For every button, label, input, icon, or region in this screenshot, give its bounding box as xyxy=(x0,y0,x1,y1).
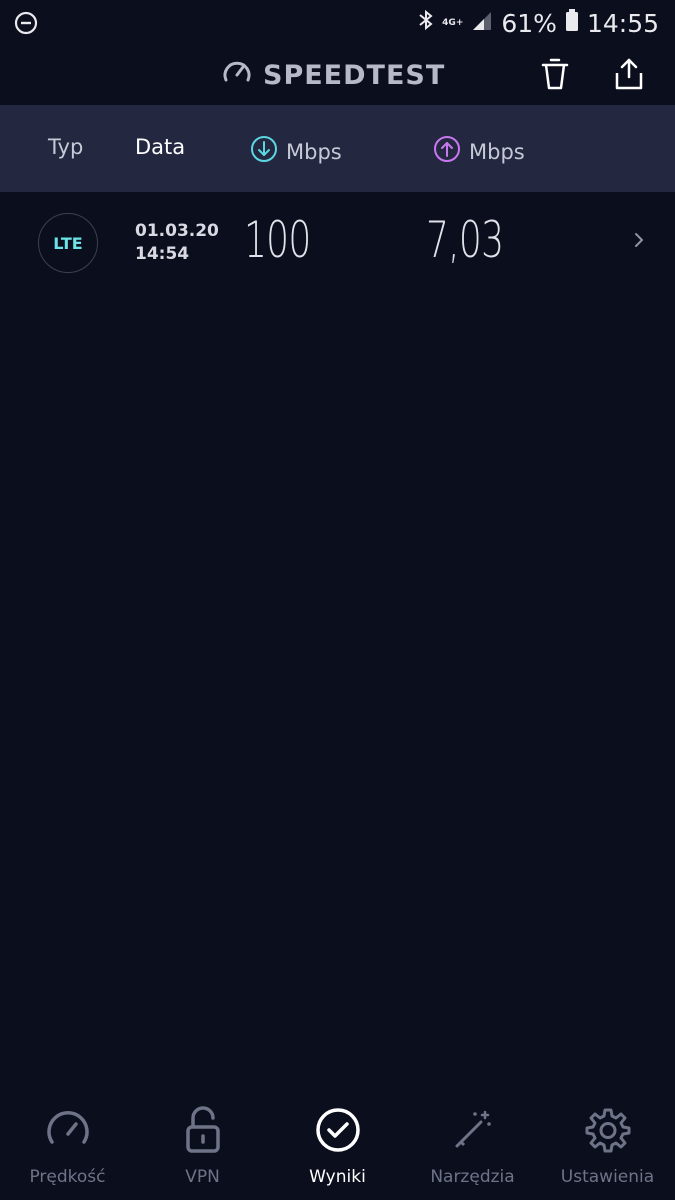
nav-item-tools[interactable]: Narzędzia xyxy=(405,1105,540,1195)
column-download[interactable]: Mbps xyxy=(250,135,342,168)
status-bar: 4G+ 61% 14:55 xyxy=(0,0,675,46)
nav-label: Wyniki xyxy=(309,1167,366,1187)
column-type[interactable]: Typ xyxy=(48,135,83,159)
magic-wand-icon xyxy=(448,1105,498,1155)
result-time: 14:54 xyxy=(135,244,190,264)
nav-item-results[interactable]: Wyniki xyxy=(270,1105,405,1195)
column-upload[interactable]: Mbps xyxy=(433,135,525,168)
battery-icon xyxy=(565,8,579,38)
column-date[interactable]: Data xyxy=(135,135,185,159)
app-bar: SPEEDTEST xyxy=(0,46,675,104)
share-button[interactable] xyxy=(609,56,649,96)
gear-icon xyxy=(583,1105,633,1155)
bottom-navigation: Prędkość VPN Wyniki Narzędzia Ustawienia xyxy=(0,1095,675,1200)
connection-type-label: LTE xyxy=(53,233,83,253)
do-not-disturb-icon xyxy=(14,11,38,39)
signal-icon xyxy=(471,9,493,38)
app-title: SPEEDTEST xyxy=(263,59,446,91)
speedometer-icon xyxy=(43,1105,93,1155)
download-value: 100 xyxy=(244,211,311,269)
upload-value: 7,03 xyxy=(426,211,504,269)
chevron-right-icon xyxy=(633,231,645,253)
speedtest-logo: SPEEDTEST xyxy=(221,56,445,94)
delete-button[interactable] xyxy=(535,56,575,96)
nav-item-settings[interactable]: Ustawienia xyxy=(540,1105,675,1195)
column-download-label: Mbps xyxy=(286,139,342,164)
download-icon xyxy=(250,135,278,168)
battery-percent: 61% xyxy=(501,8,557,38)
column-type-label: Typ xyxy=(48,135,84,159)
nav-label: Narzędzia xyxy=(430,1167,515,1187)
nav-label: Prędkość xyxy=(29,1167,106,1187)
trash-icon xyxy=(540,57,570,95)
bluetooth-icon xyxy=(418,8,434,38)
check-circle-icon xyxy=(313,1105,363,1155)
column-upload-label: Mbps xyxy=(469,139,525,164)
clock: 14:55 xyxy=(586,8,659,38)
column-date-label: Data xyxy=(135,135,186,159)
nav-label: Ustawienia xyxy=(560,1167,655,1187)
share-icon xyxy=(613,57,645,95)
network-type: 4G+ xyxy=(442,18,464,28)
result-datetime: 01.03.20 14:54 xyxy=(135,220,219,266)
connection-type-badge: LTE xyxy=(38,213,98,273)
results-header: Typ Data Mbps Mbps xyxy=(0,105,675,192)
gauge-icon xyxy=(221,56,253,95)
result-date: 01.03.20 xyxy=(135,221,219,241)
upload-icon xyxy=(433,135,461,168)
lock-icon xyxy=(178,1105,228,1155)
nav-label: VPN xyxy=(185,1167,220,1187)
nav-item-speed[interactable]: Prędkość xyxy=(0,1105,135,1195)
result-row[interactable]: LTE 01.03.20 14:54 100 7,03 xyxy=(0,193,675,293)
nav-item-vpn[interactable]: VPN xyxy=(135,1105,270,1195)
